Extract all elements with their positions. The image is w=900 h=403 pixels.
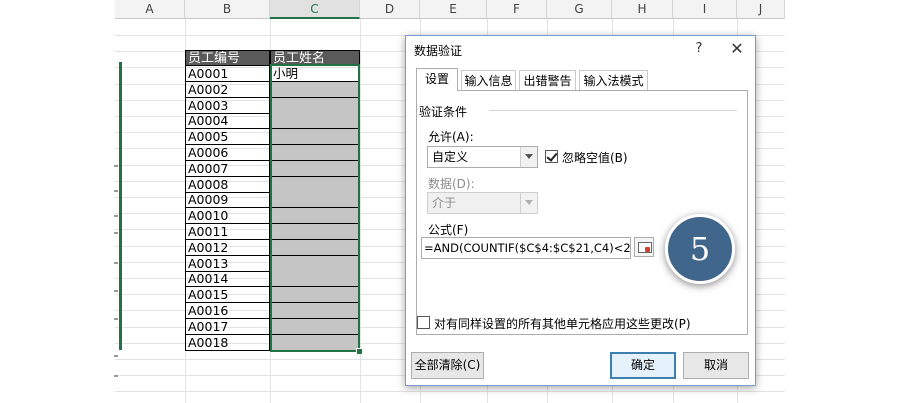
table-cell-name[interactable]	[270, 224, 360, 240]
table-cell-name[interactable]	[270, 334, 360, 351]
table-cell-name[interactable]	[270, 192, 360, 209]
column-header-d[interactable]: D	[360, 0, 420, 19]
row-selection-indicator	[119, 62, 122, 350]
grid-line	[360, 19, 361, 403]
table-cell-id[interactable]: A0004	[185, 113, 270, 130]
table-cell-name[interactable]	[270, 81, 360, 98]
table-cell-name[interactable]	[270, 97, 360, 114]
row-edge-mark	[114, 190, 118, 192]
table-cell-name[interactable]	[270, 239, 360, 256]
apply-all-label[interactable]: 对有同样设置的所有其他单元格应用这些更改(P)	[434, 315, 691, 332]
ok-button[interactable]: 确定	[610, 352, 676, 379]
allow-select-value: 自定义	[432, 150, 469, 164]
range-select-button[interactable]	[634, 237, 654, 257]
range-marker-icon	[645, 247, 650, 252]
table-header-cell[interactable]: 员工编号	[185, 50, 270, 66]
tab-input-message[interactable]: 输入信息	[461, 70, 516, 90]
table-cell-name[interactable]	[270, 318, 360, 335]
ignore-blank-label[interactable]: 忽略空值(B)	[562, 149, 628, 166]
table-cell-name[interactable]	[270, 145, 360, 161]
settings-panel: 验证条件 允许(A): 自定义 忽略空值(B) 数据(D): 介于 公式(F)	[416, 90, 748, 335]
column-header-f[interactable]: F	[487, 0, 547, 19]
allow-label: 允许(A):	[428, 130, 474, 144]
column-header-g[interactable]: G	[547, 0, 612, 19]
table-cell-name[interactable]	[270, 208, 360, 225]
row-edge-mark	[114, 165, 118, 167]
chevron-down-icon	[520, 193, 537, 213]
column-header-c[interactable]: C	[270, 0, 360, 19]
chevron-down-icon	[520, 147, 537, 167]
fill-handle[interactable]	[356, 348, 363, 355]
clear-all-button[interactable]: 全部清除(C)	[411, 352, 484, 379]
table-cell-name[interactable]: 小明	[270, 66, 360, 82]
table-cell-id[interactable]: A0005	[185, 129, 270, 146]
table-cell-id[interactable]: A0001	[185, 66, 270, 82]
table-cell-name[interactable]	[270, 303, 360, 319]
row-edge-mark	[114, 318, 118, 320]
table-cell-id[interactable]: A0009	[185, 192, 270, 209]
help-icon[interactable]: ?	[690, 41, 708, 56]
table-cell-id[interactable]: A0008	[185, 176, 270, 193]
close-icon[interactable]: ✕	[726, 39, 748, 58]
apply-all-checkbox[interactable]	[417, 316, 430, 329]
table-header-cell[interactable]: 员工姓名	[270, 50, 360, 66]
column-header-j[interactable]: J	[737, 0, 785, 19]
cancel-button[interactable]: 取消	[683, 352, 749, 379]
allow-select[interactable]: 自定义	[427, 146, 538, 168]
dialog-title: 数据验证	[414, 44, 463, 58]
formula-label: 公式(F)	[428, 223, 469, 237]
group-divider	[489, 110, 737, 111]
formula-input[interactable]: =AND(COUNTIF($C$4:$C$21,C4)<2,LEN	[421, 237, 631, 259]
table-cell-id[interactable]: A0016	[185, 303, 270, 319]
table-cell-id[interactable]: A0007	[185, 160, 270, 177]
row-edge-mark	[114, 262, 118, 264]
column-header-b[interactable]: B	[185, 0, 270, 19]
tab-settings[interactable]: 设置	[416, 68, 458, 91]
column-header-a[interactable]: A	[115, 0, 185, 19]
table-cell-id[interactable]: A0014	[185, 271, 270, 288]
table-cell-id[interactable]: A0012	[185, 239, 270, 256]
grid-line	[115, 391, 785, 392]
table-cell-name[interactable]	[270, 255, 360, 272]
table-cell-id[interactable]: A0018	[185, 334, 270, 351]
table-cell-id[interactable]: A0015	[185, 287, 270, 304]
step-number-badge: 5	[665, 214, 735, 284]
table-cell-name[interactable]	[270, 113, 360, 130]
data-select-value: 介于	[432, 196, 457, 210]
table-cell-id[interactable]: A0010	[185, 208, 270, 225]
table-cell-id[interactable]: A0017	[185, 318, 270, 335]
column-header-e[interactable]: E	[420, 0, 487, 19]
table-cell-name[interactable]	[270, 129, 360, 146]
table-cell-name[interactable]	[270, 160, 360, 177]
table-cell-id[interactable]: A0002	[185, 81, 270, 98]
tab-ime-mode[interactable]: 输入法模式	[579, 70, 648, 90]
table-cell-name[interactable]	[270, 271, 360, 288]
row-edge-mark	[114, 290, 118, 292]
table-cell-id[interactable]: A0006	[185, 145, 270, 161]
row-edge-mark	[114, 375, 118, 377]
tab-error-alert[interactable]: 出错警告	[519, 70, 576, 90]
table-cell-name[interactable]	[270, 287, 360, 304]
table-cell-id[interactable]: A0003	[185, 97, 270, 114]
data-select: 介于	[427, 192, 538, 214]
data-validation-dialog: 数据验证 ? ✕ 设置 输入信息 出错警告 输入法模式 验证条件 允许(A): …	[405, 35, 756, 386]
table-cell-name[interactable]	[270, 176, 360, 193]
row-edge-mark	[114, 215, 118, 217]
column-header-i[interactable]: I	[673, 0, 737, 19]
row-edge-mark	[114, 232, 118, 234]
data-label: 数据(D):	[428, 177, 475, 191]
validation-criteria-title: 验证条件	[419, 105, 468, 119]
row-edge-mark	[114, 355, 118, 357]
table-cell-id[interactable]: A0011	[185, 224, 270, 240]
column-header-h[interactable]: H	[612, 0, 673, 19]
table-cell-id[interactable]: A0013	[185, 255, 270, 272]
ignore-blank-checkbox[interactable]	[545, 150, 558, 163]
